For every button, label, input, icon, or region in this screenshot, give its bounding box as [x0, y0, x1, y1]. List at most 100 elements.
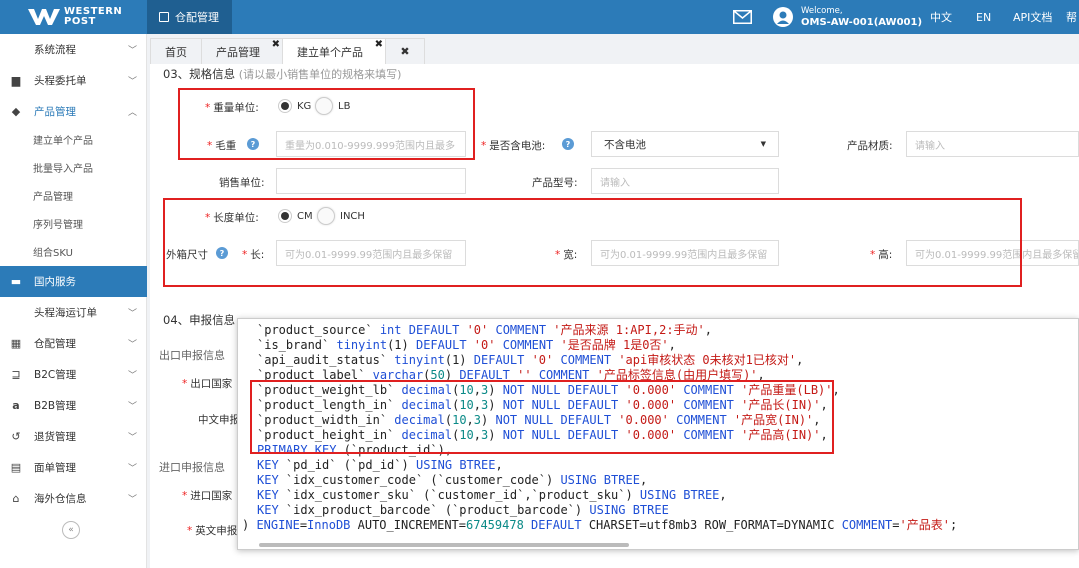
en-decl-label: * 英文申报: [187, 525, 238, 537]
import-decl-heading: 进口申报信息: [159, 461, 225, 474]
sidebar-item-b2c[interactable]: ⊒ B2C管理 ﹀: [0, 359, 147, 390]
sidebar-item-label: 国内服务: [34, 276, 76, 288]
annotation-box-sql-columns: [250, 380, 834, 454]
sidebar-item-domestic-service[interactable]: ▬ 国内服务: [0, 266, 147, 297]
sidebar-collapse-button[interactable]: «: [62, 521, 80, 539]
model-label: 产品型号:: [532, 177, 578, 189]
section-3-note: (请以最小销售单位的规格来填写): [238, 68, 402, 81]
amazon-icon: a: [12, 399, 20, 412]
horizontal-scrollbar[interactable]: [259, 543, 629, 547]
logo[interactable]: WESTERN POST: [0, 0, 147, 34]
annotation-box-dimensions: [163, 198, 1022, 287]
briefcase-icon: ▆: [11, 74, 21, 87]
material-input[interactable]: 请输入: [906, 131, 1079, 157]
help-icon[interactable]: ?: [562, 138, 574, 150]
topnav-label: 仓配管理: [175, 11, 219, 24]
lang-en-link[interactable]: EN: [976, 0, 991, 34]
sidebar-item-b2b[interactable]: a B2B管理 ﹀: [0, 390, 147, 421]
section-3-title: 03、规格信息 (请以最小销售单位的规格来填写): [163, 66, 401, 82]
sidebar-item-label: 面单管理: [34, 462, 76, 474]
code-line: KEY `idx_customer_sku` (`customer_id`,`p…: [257, 488, 727, 502]
code-line: `product_source` int DEFAULT '0' COMMENT…: [257, 323, 713, 337]
api-docs-link[interactable]: API文档: [1013, 0, 1052, 34]
export-decl-heading: 出口申报信息: [159, 349, 225, 362]
sale-unit-input[interactable]: [276, 168, 466, 194]
topnav-warehouse-management[interactable]: 仓配管理: [147, 0, 232, 34]
sidebar-item-label: B2C管理: [34, 369, 77, 381]
export-country-label: * 出口国家: [182, 378, 233, 390]
home-icon: ⌂: [12, 492, 20, 505]
sidebar-subitem-combo-sku[interactable]: 组合SKU: [0, 237, 147, 265]
lang-zh-link[interactable]: 中文: [930, 0, 952, 34]
chevron-down-icon: ﹀: [127, 46, 137, 56]
section-4-title: 04、申报信息: [163, 313, 236, 327]
help-link[interactable]: 帮: [1066, 0, 1077, 34]
monitor-icon: [159, 12, 169, 22]
mail-icon: [733, 10, 752, 24]
sale-unit-label: 销售单位:: [219, 177, 265, 189]
tab-label: 产品管理: [216, 45, 260, 59]
sidebar-item-warehouse[interactable]: ▦ 仓配管理 ﹀: [0, 328, 147, 359]
en-decl-text: 英文申报: [195, 525, 238, 537]
close-icon[interactable]: ✖: [272, 39, 280, 50]
sidebar-item-system-flow[interactable]: 系统流程 ﹀: [0, 34, 147, 65]
user-menu[interactable]: Welcome, OMS-AW-001(AW001): [773, 0, 922, 34]
battery-label: * 是否含电池:: [481, 140, 546, 152]
double-chevron-left-icon: «: [68, 525, 74, 535]
mail-button[interactable]: [733, 0, 752, 34]
code-line: KEY `idx_product_barcode` (`product_barc…: [257, 503, 669, 517]
import-country-label: * 进口国家: [182, 490, 233, 502]
sidebar-item-labels[interactable]: ▤ 面单管理 ﹀: [0, 452, 147, 483]
sidebar-item-label: 退货管理: [34, 431, 76, 443]
logo-text: WESTERN POST: [64, 7, 122, 27]
chevron-down-icon: ﹀: [127, 433, 137, 443]
sidebar-item-sea-order[interactable]: 头程海运订单 ﹀: [0, 297, 147, 328]
sidebar-subitem-bulk-import[interactable]: 批量导入产品: [0, 153, 147, 181]
sidebar: 系统流程 ﹀ ▆ 头程委托单 ﹀ ◆ 产品管理 ︿ 建立单个产品 批量导入产品 产品管理 …: [0, 34, 147, 568]
cn-decl-label: 中文申报: [198, 414, 240, 426]
sidebar-item-overseas-warehouse[interactable]: ⌂ 海外仓信息 ﹀: [0, 483, 147, 514]
logo-line-2: POST: [64, 16, 96, 27]
chevron-down-icon: ﹀: [127, 371, 137, 381]
logo-mark-icon: [28, 9, 60, 25]
battery-value: 不含电池: [604, 138, 646, 151]
welcome-block: Welcome, OMS-AW-001(AW001): [801, 6, 922, 28]
undo-icon: ↺: [11, 430, 21, 443]
sidebar-item-label: 头程委托单: [34, 75, 87, 87]
user-name: OMS-AW-001(AW001): [801, 17, 923, 28]
battery-label-text: 是否含电池:: [489, 140, 546, 152]
sidebar-item-returns[interactable]: ↺ 退货管理 ﹀: [0, 421, 147, 452]
import-country-text: 进口国家: [190, 490, 233, 502]
document-icon: ▤: [10, 461, 22, 474]
top-bar: WESTERN POST 仓配管理 Welcome, OMS-AW-001(AW…: [0, 0, 1079, 34]
sidebar-item-product-management[interactable]: ◆ 产品管理 ︿: [0, 96, 147, 127]
material-label: 产品材质:: [847, 140, 893, 152]
chevron-down-icon: ﹀: [127, 340, 137, 350]
tag-icon: ◆: [11, 105, 21, 118]
folder-icon: ▬: [10, 275, 22, 288]
tab-home[interactable]: 首页: [150, 38, 202, 64]
sidebar-subitem-serial-manage[interactable]: 序列号管理: [0, 209, 147, 237]
chevron-down-icon: ﹀: [127, 77, 137, 87]
model-input[interactable]: 请输入: [591, 168, 779, 194]
close-icon[interactable]: ✖: [375, 39, 383, 50]
battery-select[interactable]: 不含电池 ▼: [591, 131, 779, 157]
annotation-box-weight: [178, 88, 475, 160]
code-line: ) ENGINE=InnoDB AUTO_INCREMENT=67459478 …: [242, 518, 958, 532]
chevron-up-icon: ︿: [127, 108, 137, 118]
sidebar-item-label: 头程海运订单: [34, 307, 97, 319]
close-icon: ✖: [400, 45, 410, 58]
code-line: `is_brand` tinyint(1) DEFAULT '0' COMMEN…: [257, 338, 676, 352]
close-all-tabs-button[interactable]: ✖: [385, 38, 425, 64]
caret-down-icon: ▼: [760, 140, 766, 148]
tab-bar: 首页 产品管理 ✖ 建立单个产品 ✖ ✖: [150, 38, 425, 64]
tab-create-product[interactable]: 建立单个产品 ✖: [282, 38, 386, 64]
sidebar-subitem-product-manage[interactable]: 产品管理: [0, 181, 147, 209]
sidebar-item-first-leg[interactable]: ▆ 头程委托单 ﹀: [0, 65, 147, 96]
tab-label: 建立单个产品: [297, 45, 363, 59]
sidebar-item-label: 系统流程: [34, 44, 76, 56]
tab-product-management[interactable]: 产品管理 ✖: [201, 38, 283, 64]
sidebar-subitem-create-product[interactable]: 建立单个产品: [0, 125, 147, 153]
sidebar-item-label: 仓配管理: [34, 338, 76, 350]
section-3-heading: 03、规格信息: [163, 67, 236, 81]
